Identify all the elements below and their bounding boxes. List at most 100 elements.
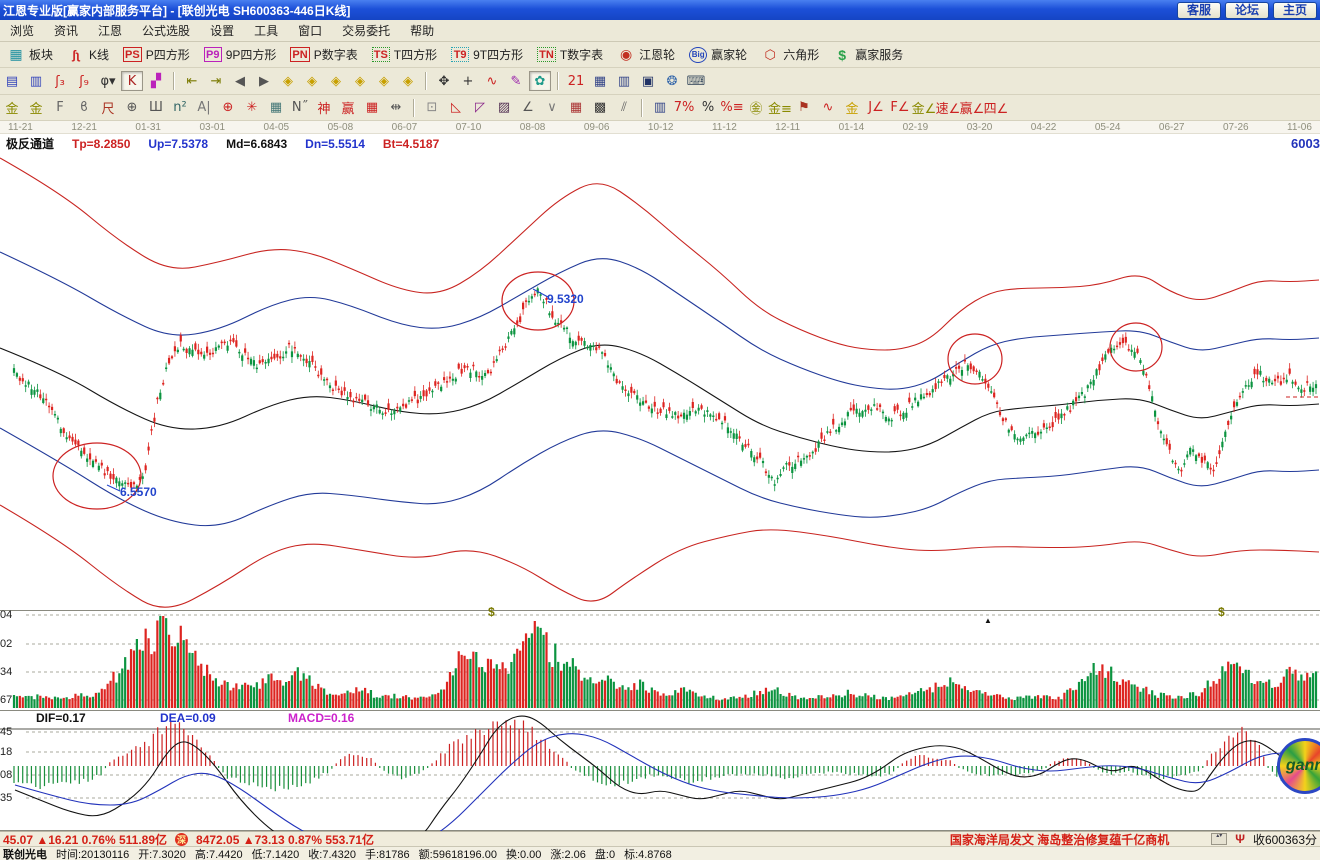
spin-control[interactable]: ▴▾ bbox=[1211, 833, 1227, 845]
toolbar-draw-icon[interactable]: 金 bbox=[1, 98, 23, 118]
menu-item[interactable]: 江恩 bbox=[88, 19, 132, 42]
menu-item[interactable]: 窗口 bbox=[288, 19, 332, 42]
toolbar-draw-icon[interactable]: %≡ bbox=[721, 98, 743, 118]
news-ticker[interactable]: 国家海洋局发文 海岛整治修复蕴千亿商机 bbox=[950, 831, 1169, 846]
toolbar-nav-icon[interactable]: ▶ bbox=[253, 71, 275, 91]
toolbar-nav-icon[interactable]: ◈ bbox=[397, 71, 419, 91]
toolbar-main-icon: ◉ bbox=[617, 47, 635, 62]
toolbar-draw-icon[interactable]: ◸ bbox=[469, 98, 491, 118]
toolbar-nav-icon[interactable]: ◀ bbox=[229, 71, 251, 91]
toolbar-draw-icon[interactable]: 金 bbox=[25, 98, 47, 118]
toolbar-nav-icon[interactable]: ▥ bbox=[613, 71, 635, 91]
menu-item[interactable]: 设置 bbox=[200, 19, 244, 42]
toolbar-nav-icon[interactable]: ʃ₃ bbox=[49, 71, 71, 91]
toolbar-nav-icon[interactable]: ✿ bbox=[529, 71, 551, 91]
toolbar-draw-icon[interactable]: 金 bbox=[841, 98, 863, 118]
toolbar-nav-icon[interactable]: ⌨ bbox=[685, 71, 707, 91]
toolbar-nav-icon[interactable]: K bbox=[121, 71, 143, 91]
toolbar-nav-icon[interactable]: ⇤ bbox=[181, 71, 203, 91]
toolbar-main-button[interactable]: $ 赢家服务 bbox=[826, 44, 910, 66]
toolbar-nav-icon[interactable]: ◈ bbox=[325, 71, 347, 91]
toolbar-nav-icon[interactable]: ◈ bbox=[301, 71, 323, 91]
toolbar-main-button[interactable]: TN T数字表 bbox=[530, 44, 610, 66]
menu-item[interactable]: 浏览 bbox=[0, 19, 44, 42]
toolbar-main-button[interactable]: P9 9P四方形 bbox=[197, 44, 284, 66]
menu-item[interactable]: 工具 bbox=[244, 19, 288, 42]
toolbar-draw-icon[interactable]: ▩ bbox=[589, 98, 611, 118]
toolbar-draw-icon[interactable]: ✳ bbox=[241, 98, 263, 118]
toolbar-nav-icon[interactable]: 21 bbox=[565, 71, 587, 91]
menu-item[interactable]: 资讯 bbox=[44, 19, 88, 42]
toolbar-main-icon: PS bbox=[123, 47, 142, 62]
titlebar-button[interactable]: 论坛 bbox=[1225, 2, 1269, 19]
toolbar-draw-icon[interactable]: % bbox=[697, 98, 719, 118]
toolbar-nav-icon[interactable]: ◈ bbox=[277, 71, 299, 91]
toolbar-draw-icon[interactable]: ▥ bbox=[649, 98, 671, 118]
toolbar-draw-icon[interactable]: F∠ bbox=[889, 98, 911, 118]
toolbar-nav-icon[interactable]: ❂ bbox=[661, 71, 683, 91]
toolbar-main-button[interactable]: TS T四方形 bbox=[365, 44, 444, 66]
toolbar-draw-icon[interactable]: 金∠ bbox=[913, 98, 935, 118]
toolbar-draw-icon[interactable]: 四∠ bbox=[985, 98, 1007, 118]
toolbar-main-button[interactable]: Big 赢家轮 bbox=[682, 44, 754, 66]
toolbar-draw-icon[interactable]: 赢∠ bbox=[961, 98, 983, 118]
toolbar-draw-icon[interactable]: ㊎ bbox=[745, 98, 767, 118]
toolbar-nav-icon[interactable]: ▣ bbox=[637, 71, 659, 91]
toolbar-draw-icon[interactable]: ⊡ bbox=[421, 98, 443, 118]
toolbar-nav-icon[interactable]: ✎ bbox=[505, 71, 527, 91]
toolbar-nav-icon[interactable]: ✥ bbox=[433, 71, 455, 91]
toolbar-nav-icon[interactable]: ʃ₉ bbox=[73, 71, 95, 91]
toolbar-draw-icon[interactable]: 尺 bbox=[97, 98, 119, 118]
toolbar-draw-icon[interactable]: ∠ bbox=[517, 98, 539, 118]
toolbar-nav-icon[interactable]: φ▾ bbox=[97, 71, 119, 91]
toolbar-nav-icon[interactable]: + bbox=[457, 71, 479, 91]
toolbar-draw-icon[interactable]: ▦ bbox=[361, 98, 383, 118]
toolbar-draw-icon[interactable]: 神 bbox=[313, 98, 335, 118]
toolbar-draw-icon[interactable]: ⚑ bbox=[793, 98, 815, 118]
toolbar-draw-icon[interactable]: J∠ bbox=[865, 98, 887, 118]
toolbar-main-button[interactable]: ◉ 江恩轮 bbox=[610, 44, 682, 66]
toolbar-draw-icon[interactable]: ▦ bbox=[565, 98, 587, 118]
toolbar-nav-icon[interactable]: ▞ bbox=[145, 71, 167, 91]
toolbar-draw-icon[interactable]: Ν˝ bbox=[289, 98, 311, 118]
toolbar-draw-icon[interactable]: 7% bbox=[673, 98, 695, 118]
sh-index-quote: 45.07 ▲16.21 0.76% 511.89亿 bbox=[3, 831, 167, 846]
toolbar-draw-icon[interactable]: ◺ bbox=[445, 98, 467, 118]
toolbar-nav-icon[interactable]: ◈ bbox=[349, 71, 371, 91]
titlebar-button[interactable]: 客服 bbox=[1177, 2, 1221, 19]
toolbar-main-button[interactable]: ʃʅ K线 bbox=[60, 44, 116, 66]
titlebar-button[interactable]: 主页 bbox=[1273, 2, 1317, 19]
toolbar-nav-icon[interactable]: ◈ bbox=[373, 71, 395, 91]
menu-item[interactable]: 交易委托 bbox=[332, 19, 400, 42]
toolbar-main-button[interactable]: T9 9T四方形 bbox=[444, 44, 530, 66]
toolbar-draw-icon[interactable]: A| bbox=[193, 98, 215, 118]
toolbar-nav-icon[interactable]: ▤ bbox=[1, 71, 23, 91]
receive-status: 收600363分 bbox=[1253, 831, 1317, 846]
toolbar-draw-icon[interactable]: ⫽ bbox=[613, 98, 635, 118]
toolbar-nav-icon[interactable]: ▥ bbox=[25, 71, 47, 91]
toolbar-draw-icon[interactable]: ⊕ bbox=[121, 98, 143, 118]
toolbar-draw-icon[interactable]: 速∠ bbox=[937, 98, 959, 118]
toolbar-draw-icon[interactable]: ▨ bbox=[493, 98, 515, 118]
menu-item[interactable]: 公式选股 bbox=[132, 19, 200, 42]
toolbar-nav-icon[interactable]: ▦ bbox=[589, 71, 611, 91]
toolbar-nav-icon[interactable]: ⇥ bbox=[205, 71, 227, 91]
toolbar-draw-icon[interactable]: F bbox=[49, 98, 71, 118]
toolbar-draw-icon[interactable]: ▦ bbox=[265, 98, 287, 118]
toolbar-draw-icon[interactable]: ⇹ bbox=[385, 98, 407, 118]
toolbar-main-button[interactable]: ⬡ 六角形 bbox=[754, 44, 826, 66]
toolbar-draw-icon[interactable]: n² bbox=[169, 98, 191, 118]
toolbar-draw-icon[interactable]: ∿ bbox=[817, 98, 839, 118]
chart-area[interactable]: $$▲ 极反通道 Tp=8.2850Up=7.5378Md=6.6843Dn=5… bbox=[0, 134, 1320, 831]
toolbar-draw-icon[interactable]: 赢 bbox=[337, 98, 359, 118]
toolbar-main-button[interactable]: PN P数字表 bbox=[283, 44, 364, 66]
toolbar-draw-icon[interactable]: Ш bbox=[145, 98, 167, 118]
toolbar-draw-icon[interactable]: 金≡ bbox=[769, 98, 791, 118]
toolbar-main-button[interactable]: ▦ 板块 bbox=[0, 44, 60, 66]
toolbar-main-button[interactable]: PS P四方形 bbox=[116, 44, 197, 66]
toolbar-draw-icon[interactable]: ϐ bbox=[73, 98, 95, 118]
menu-item[interactable]: 帮助 bbox=[400, 19, 444, 42]
toolbar-draw-icon[interactable]: ∨ bbox=[541, 98, 563, 118]
toolbar-draw-icon[interactable]: ⊕ bbox=[217, 98, 239, 118]
toolbar-nav-icon[interactable]: ∿ bbox=[481, 71, 503, 91]
